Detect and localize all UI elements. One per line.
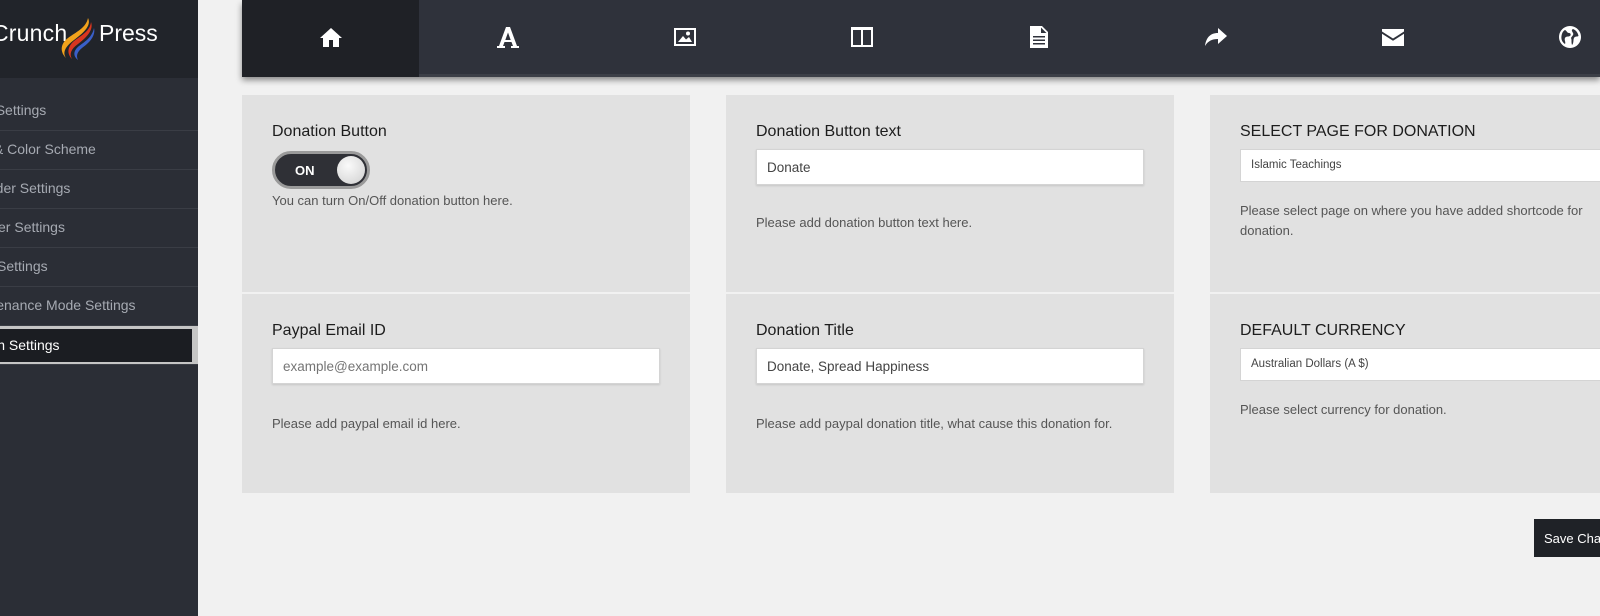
default-currency-card: DEFAULT CURRENCY Australian Dollars (A $… [1210,294,1600,493]
tab-layout[interactable] [773,0,950,77]
sidebar-item-label: Maintenance Mode Settings [0,297,136,313]
toggle-state-label: ON [295,163,315,178]
sidebar-item-footer-settings[interactable]: Footer Settings [0,209,198,248]
donation-title-input[interactable] [756,348,1144,384]
paypal-email-label: Paypal Email ID [272,322,386,339]
currency-select[interactable]: Australian Dollars (A $) [1240,348,1600,381]
font-icon [496,27,519,48]
donation-button-toggle[interactable]: ON [272,151,370,189]
select-page-label: SELECT PAGE FOR DONATION [1240,123,1476,140]
paypal-email-input[interactable] [272,348,660,384]
globe-icon [1558,26,1581,48]
select-page-help: Please select page on where you have add… [1240,203,1583,238]
default-currency-label: DEFAULT CURRENCY [1240,322,1406,339]
tab-pages[interactable] [950,0,1127,77]
sidebar-item-label: Fonts & Color Scheme [0,141,96,157]
tab-images[interactable] [596,0,773,77]
donation-page-select[interactable]: Islamic Teachings [1240,149,1600,182]
tab-home[interactable] [242,0,419,77]
sidebar-item-label: Header Settings [0,180,71,196]
donation-button-text-label: Donation Button text [756,123,901,140]
share-icon [1204,28,1227,46]
donation-button-text-card: Donation Button text Please add donation… [726,95,1174,292]
home-icon [319,28,342,47]
default-currency-help: Please select currency for donation. [1240,402,1447,417]
paypal-email-help: Please add paypal email id here. [272,416,461,431]
toggle-knob [337,156,365,184]
sidebar-item-header-settings[interactable]: Header Settings [0,170,198,209]
tab-language[interactable] [1481,0,1600,77]
sidebar-item-label: Social Settings [0,258,48,274]
sidebar-item-maintenance-mode-settings[interactable]: Maintenance Mode Settings [0,287,198,326]
paypal-email-card: Paypal Email ID Please add paypal email … [242,294,690,493]
sidebar-item-label: General Settings [0,102,47,118]
active-item-highlight: Donation Settings [0,329,192,362]
donation-button-text-input[interactable] [756,149,1144,185]
settings-menu: General Settings Fonts & Color Scheme He… [0,92,198,365]
tab-typography[interactable] [419,0,596,77]
tab-social[interactable] [1127,0,1304,77]
columns-icon [850,27,873,47]
flame-logo-icon [61,18,95,60]
tab-contact[interactable] [1304,0,1481,77]
donation-title-label: Donation Title [756,322,854,339]
donation-button-card: Donation Button ON You can turn On/Off d… [242,95,690,292]
sidebar-item-fonts-color-scheme[interactable]: Fonts & Color Scheme [0,131,198,170]
image-icon [673,28,696,46]
envelope-icon [1381,29,1404,46]
select-page-card: SELECT PAGE FOR DONATION Islamic Teachin… [1210,95,1600,292]
donation-title-help: Please add paypal donation title, what c… [756,416,1113,431]
sidebar-item-label: Footer Settings [0,219,65,235]
document-icon [1029,26,1048,48]
logo-text-right: Press [99,20,158,46]
save-changes-button[interactable]: Save Changes [1534,519,1600,557]
donation-button-label: Donation Button [272,123,387,140]
logo[interactable]: Crunch Press [0,0,198,78]
sidebar-item-label: Donation Settings [0,337,60,353]
donation-button-help: You can turn On/Off donation button here… [272,193,513,208]
sidebar-item-social-settings[interactable]: Social Settings [0,248,198,287]
sidebar-item-general-settings[interactable]: General Settings [0,92,198,131]
donation-title-card: Donation Title Please add paypal donatio… [726,294,1174,493]
sidebar-item-donation-settings[interactable]: Donation Settings [0,326,198,365]
donation-button-text-help: Please add donation button text here. [756,215,973,230]
top-navigation [242,0,1600,77]
sidebar: Crunch Press General Settings Fonts & Co… [0,0,198,616]
